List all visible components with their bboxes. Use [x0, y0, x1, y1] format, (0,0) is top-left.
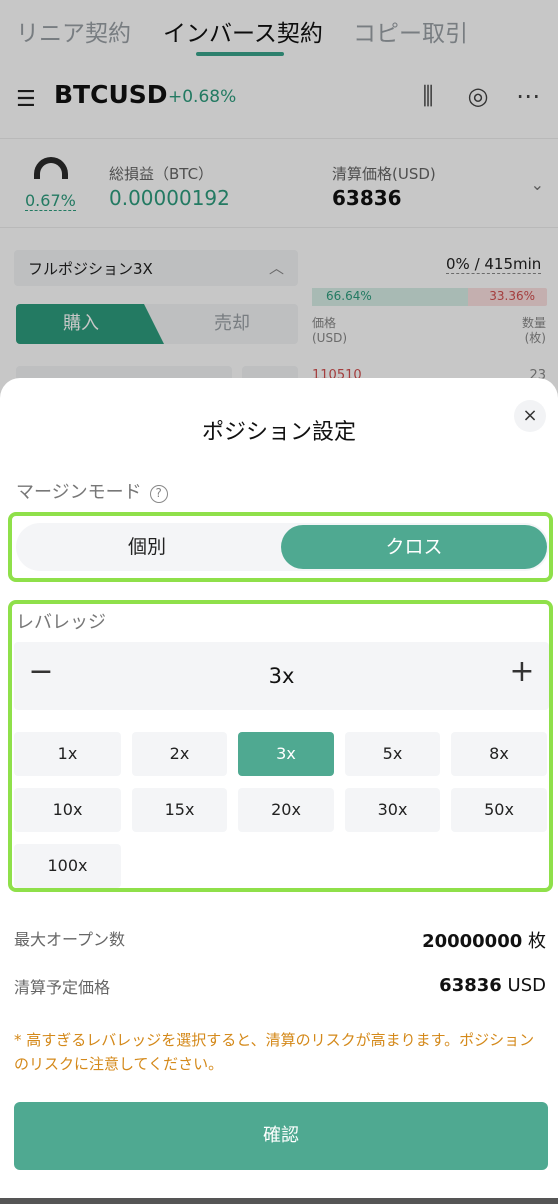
leverage-option[interactable]: 30x — [345, 788, 440, 832]
risk-warning: * 高すぎるレバレッジを選択すると、清算のリスクが高まります。ポジションのリスク… — [14, 1031, 535, 1073]
position-settings-sheet: ポジション設定 × マージンモード? 個別 クロス レバレッジ − 3x + 1… — [0, 378, 558, 1204]
margin-mode-text: マージンモード — [16, 482, 142, 503]
max-open-number: 20000000 — [422, 931, 523, 952]
leverage-option[interactable]: 1x — [14, 732, 121, 776]
max-open-value: 20000000 枚 — [422, 927, 546, 953]
max-open-label: 最大オープン数 — [14, 930, 126, 949]
leverage-option[interactable]: 2x — [132, 732, 227, 776]
leverage-option[interactable]: 15x — [132, 788, 227, 832]
leverage-option[interactable]: 5x — [345, 732, 440, 776]
est-liq-unit: USD — [507, 975, 546, 996]
margin-mode-label: マージンモード? — [16, 478, 168, 504]
sheet-title: ポジション設定 — [201, 420, 356, 445]
plus-icon[interactable]: + — [507, 654, 537, 689]
bottom-edge — [0, 1198, 558, 1204]
margin-isolated-option[interactable]: 個別 — [16, 523, 278, 571]
leverage-value[interactable]: 3x — [14, 664, 549, 688]
leverage-option[interactable]: 10x — [14, 788, 121, 832]
confirm-button[interactable]: 確認 — [14, 1102, 548, 1170]
est-liq-number: 63836 — [439, 975, 502, 996]
close-button[interactable]: × — [514, 400, 546, 432]
leverage-option[interactable]: 100x — [14, 844, 121, 888]
max-open-unit: 枚 — [528, 931, 546, 952]
leverage-option-selected[interactable]: 3x — [238, 732, 334, 776]
leverage-option[interactable]: 50x — [451, 788, 547, 832]
margin-mode-toggle: 個別 クロス — [16, 523, 549, 571]
leverage-stepper: − 3x + — [14, 642, 549, 710]
margin-cross-option[interactable]: クロス — [281, 525, 547, 569]
leverage-option[interactable]: 8x — [451, 732, 547, 776]
leverage-option[interactable]: 20x — [238, 788, 334, 832]
leverage-label: レバレッジ — [16, 612, 106, 633]
help-icon[interactable]: ? — [149, 485, 168, 503]
est-liq-value: 63836 USD — [439, 975, 546, 996]
est-liq-label: 清算予定価格 — [14, 978, 111, 997]
